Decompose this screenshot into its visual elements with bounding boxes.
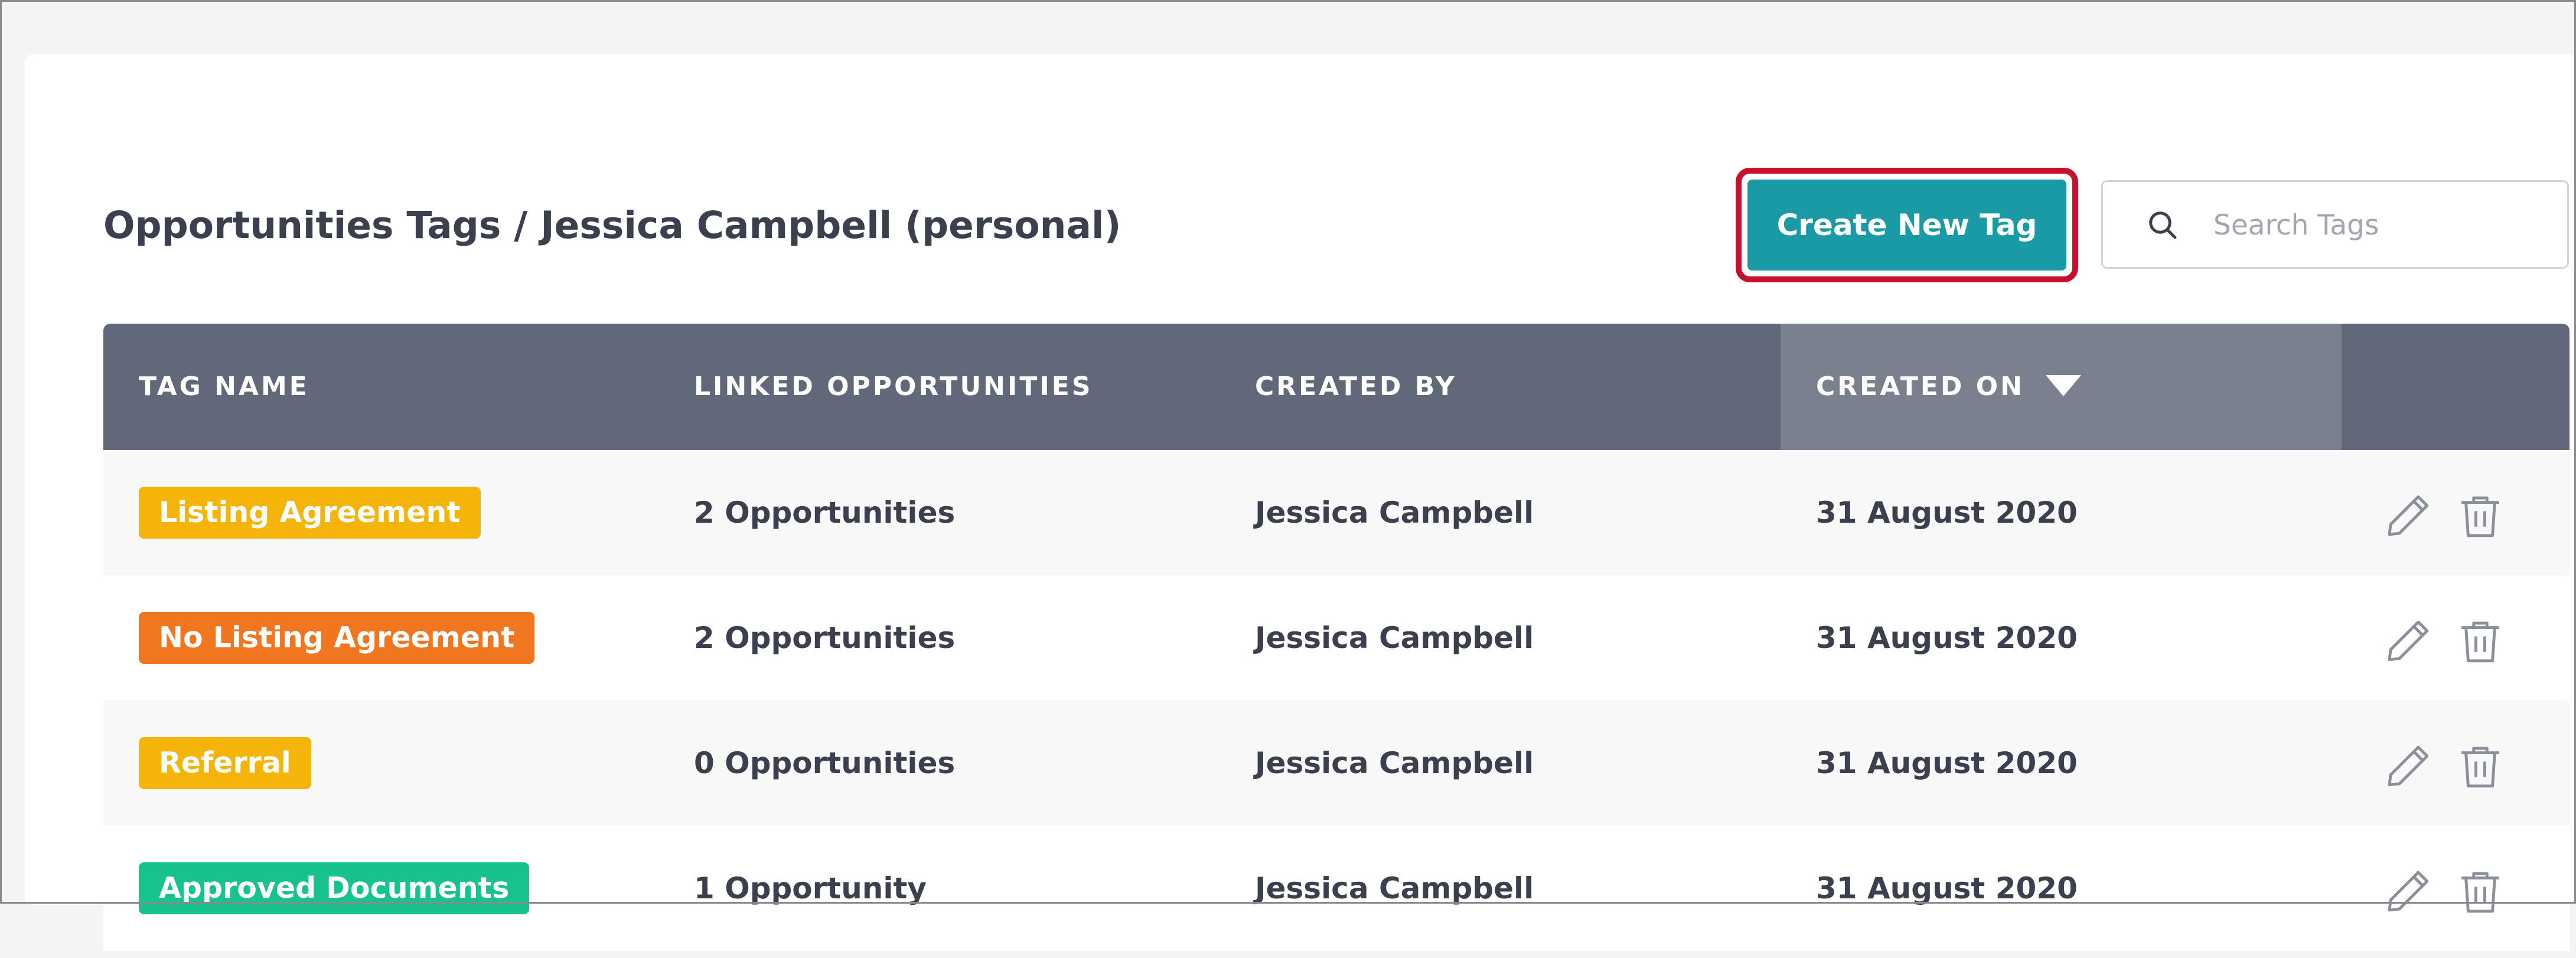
column-header-created-by[interactable]: CREATED BY [1219,324,1781,450]
search-box[interactable] [2101,180,2569,269]
created-by-cell: Jessica Campbell [1255,496,1534,530]
trash-icon [2461,747,2499,788]
edit-tag-button[interactable] [2382,614,2435,667]
linked-opportunities-cell: 0 Opportunities [694,746,956,780]
linked-opportunities-cell: 2 Opportunities [694,496,956,530]
edit-tag-button[interactable] [2382,739,2435,793]
trash-icon [2461,496,2499,537]
column-header-created-on-label: CREATED ON [1816,372,2025,402]
created-on-cell: 31 August 2020 [1816,746,2078,780]
table-row: Approved Documents 1 Opportunity Jessica… [103,826,2570,951]
table-row: Listing Agreement 2 Opportunities Jessic… [103,450,2570,575]
pencil-icon [2388,620,2429,662]
delete-tag-button[interactable] [2454,489,2507,542]
search-icon [2149,211,2177,239]
tags-panel: Opportunities Tags / Jessica Campbell (p… [25,54,2576,951]
created-by-cell: Jessica Campbell [1255,746,1534,780]
pencil-icon [2388,495,2429,536]
column-header-tag-name[interactable]: TAG NAME [103,324,658,450]
delete-tag-button[interactable] [2454,614,2507,667]
delete-tag-button[interactable] [2454,739,2507,793]
table-row: No Listing Agreement 2 Opportunities Jes… [103,575,2570,700]
pencil-icon [2388,871,2429,912]
created-on-cell: 31 August 2020 [1816,621,2078,655]
create-new-tag-button[interactable]: Create New Tag [1747,180,2066,271]
tag-badge: Approved Documents [139,862,530,914]
page-title: Opportunities Tags / Jessica Campbell (p… [103,204,1121,247]
linked-opportunities-cell: 2 Opportunities [694,621,956,655]
delete-tag-button[interactable] [2454,865,2507,918]
pencil-icon [2388,745,2429,787]
sort-descending-icon [2046,375,2082,396]
trash-icon [2461,872,2499,913]
tags-table: TAG NAME LINKED OPPORTUNITIES CREATED BY… [103,324,2570,958]
created-on-cell: 31 August 2020 [1816,871,2078,905]
edit-tag-button[interactable] [2382,489,2435,542]
linked-opportunities-cell: 1 Opportunity [694,871,927,905]
column-header-linked-opportunities[interactable]: LINKED OPPORTUNITIES [658,324,1219,450]
tag-badge: No Listing Agreement [139,612,535,664]
created-by-cell: Jessica Campbell [1255,871,1534,905]
tag-badge: Referral [139,737,311,789]
created-by-cell: Jessica Campbell [1255,621,1534,655]
created-on-cell: 31 August 2020 [1816,496,2078,530]
edit-tag-button[interactable] [2382,865,2435,918]
search-input[interactable] [2212,182,2557,268]
table-row: Referral 0 Opportunities Jessica Campbel… [103,700,2570,826]
tag-badge: Listing Agreement [139,487,481,539]
table-header: TAG NAME LINKED OPPORTUNITIES CREATED BY… [103,324,2570,450]
trash-icon [2461,621,2499,663]
column-header-created-on[interactable]: CREATED ON [1781,324,2342,450]
